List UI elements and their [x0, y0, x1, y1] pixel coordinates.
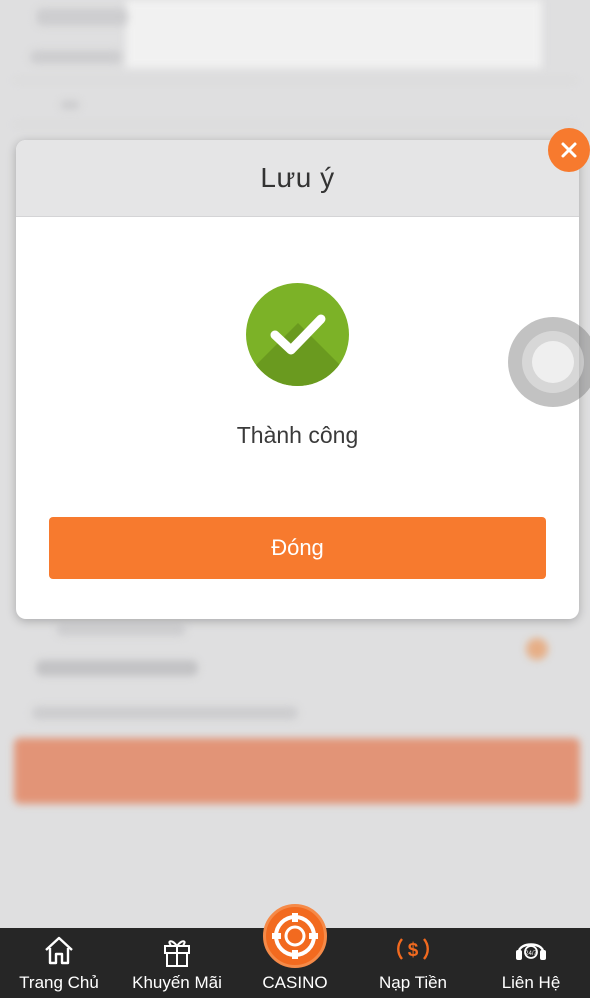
- svg-text:$: $: [408, 940, 419, 961]
- checkmark-icon: [246, 283, 349, 386]
- dialog-title: Lưu ý: [260, 162, 335, 193]
- dialog-header: Lưu ý: [16, 140, 579, 217]
- nav-item-casino[interactable]: CASINO: [236, 904, 354, 998]
- nav-label: Khuyến Mãi: [132, 973, 222, 992]
- nav-item-home[interactable]: Trang Chủ: [0, 928, 118, 998]
- home-icon: [42, 934, 76, 971]
- support-headset-icon: 24/7: [513, 934, 549, 971]
- casino-chip-icon: [263, 904, 327, 968]
- bottom-nav: Trang Chủ Khuyến Mãi CASINO $ Nạp Tiền 2…: [0, 904, 590, 998]
- deposit-dollar-icon: $: [395, 934, 431, 969]
- dialog-message: Thành công: [236, 422, 359, 448]
- success-dialog: Lưu ý Thành công Đóng: [16, 140, 579, 619]
- gift-icon: [161, 934, 193, 973]
- assistive-touch-button[interactable]: [508, 317, 590, 407]
- nav-label: Trang Chủ: [19, 973, 99, 992]
- nav-item-contact[interactable]: 24/7 Liên Hệ: [472, 928, 590, 998]
- nav-label: Nạp Tiền: [378, 973, 448, 992]
- close-icon[interactable]: [548, 128, 590, 172]
- nav-item-promotions[interactable]: Khuyến Mãi: [118, 928, 236, 998]
- nav-item-deposit[interactable]: $ Nạp Tiền: [354, 928, 472, 998]
- nav-label: Liên Hệ: [501, 973, 561, 992]
- svg-text:24/7: 24/7: [525, 951, 537, 957]
- nav-label: CASINO: [262, 973, 328, 992]
- close-dialog-button[interactable]: Đóng: [49, 517, 546, 579]
